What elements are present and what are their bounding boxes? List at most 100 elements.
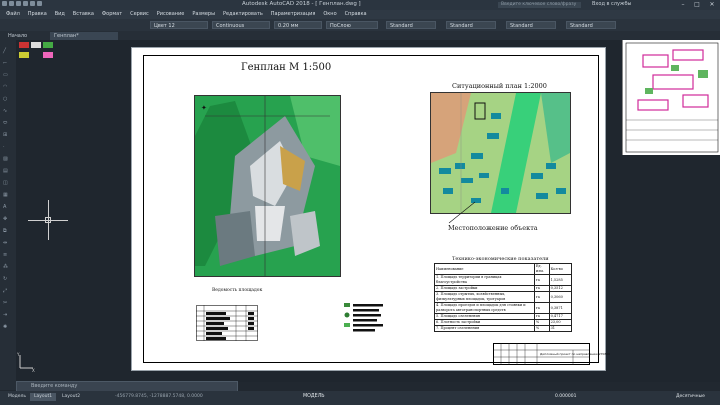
menu-window[interactable]: Окно: [323, 10, 336, 19]
layer-swatch-red: [19, 42, 29, 48]
rectangle-icon[interactable]: ▭: [3, 72, 13, 78]
textstyle-select[interactable]: Standard: [386, 21, 436, 29]
menu-modify[interactable]: Редактировать: [223, 10, 263, 19]
menu-edit[interactable]: Правка: [28, 10, 47, 19]
dimstyle-select[interactable]: Standard: [446, 21, 496, 29]
menu-format[interactable]: Формат: [102, 10, 122, 19]
table-cell: %: [533, 325, 550, 332]
linetype-label: Continuous: [216, 23, 245, 29]
stamp-text: Дипломный проект по направлению 270800: [540, 352, 611, 356]
left-draw-toolbar: ╱ ⌐ ▭ ◠ ○ ∿ ⬭ ⊞ · ▨ ▤ ◫ ▦ A ✥ ⧉ ⇹ ≡ ⁂ ↻ …: [0, 40, 16, 390]
tab-layout2[interactable]: Layout2: [58, 393, 84, 401]
extend-icon[interactable]: ⇥: [3, 312, 13, 318]
menu-file[interactable]: Файл: [6, 10, 20, 19]
tablestyle-select[interactable]: Standard: [506, 21, 556, 29]
window-title: Autodesk AutoCAD 2018 - [ Генплан.dwg ]: [242, 1, 361, 7]
layer-swatch-pink: [43, 52, 53, 58]
properties-toolbar: Цвет 12 Continuous 0.20 мм ПоСлою Standa…: [0, 19, 720, 31]
tab-genplan[interactable]: Генплан*: [50, 32, 118, 40]
right-viewport[interactable]: [622, 40, 720, 155]
tep-title: Технико-экономические показатели: [452, 256, 549, 262]
tep-table: Наименование Ед. изм. Кол-во 1. Площадь …: [434, 263, 573, 332]
table-icon[interactable]: ▦: [3, 192, 13, 198]
rotate-icon[interactable]: ↻: [3, 276, 13, 282]
svg-text:✦: ✦: [201, 104, 207, 112]
circle-icon[interactable]: ○: [3, 96, 13, 102]
trim-icon[interactable]: ✂: [3, 300, 13, 306]
region-icon[interactable]: ◫: [3, 180, 13, 186]
situation-plan-title: Ситуационный план 1:2000: [452, 82, 547, 90]
insert-block-icon[interactable]: ⊞: [3, 132, 13, 138]
table-header-cell: Кол-во: [548, 263, 573, 275]
color-select[interactable]: Цвет 12: [150, 21, 208, 29]
polyline-icon[interactable]: ⌐: [3, 60, 13, 66]
ucs-icon: Y X: [16, 352, 35, 372]
layer-swatch-green: [43, 42, 53, 48]
table-header-row: Наименование Ед. изм. Кол-во: [434, 263, 573, 275]
copy-icon[interactable]: ⧉: [3, 228, 13, 234]
status-bar: Модель Layout1 Layout2: [0, 391, 720, 405]
maximize-icon[interactable]: □: [690, 0, 704, 10]
menu-insert[interactable]: Вставка: [73, 10, 94, 19]
table-row: 7. Процент озеленения % 31: [434, 325, 573, 332]
annotation-scale[interactable]: 0.000001: [555, 394, 576, 399]
plotstyle-label: ПоСлою: [330, 23, 351, 29]
array-icon[interactable]: ⁂: [3, 264, 13, 270]
table-cell: 1. Площадь территории в границах благоус…: [434, 274, 535, 286]
point-icon[interactable]: ·: [3, 144, 13, 150]
color-label: Цвет 12: [154, 23, 175, 29]
lineweight-label: 0.20 мм: [278, 23, 299, 29]
mtext-icon[interactable]: A: [3, 204, 13, 210]
line-icon[interactable]: ╱: [3, 48, 13, 54]
ellipse-icon[interactable]: ⬭: [3, 120, 13, 126]
table-header-cell: Наименование: [434, 263, 535, 275]
linetype-select[interactable]: Continuous: [212, 21, 270, 29]
tab-layout1[interactable]: Layout1: [30, 393, 57, 401]
units-select[interactable]: Десятичные: [676, 394, 705, 399]
table-cell: га: [533, 291, 550, 303]
explode-icon[interactable]: ✺: [3, 324, 13, 330]
tab-start[interactable]: Начало: [4, 32, 31, 40]
table-row: 1. Площадь территории в границах благоус…: [434, 274, 573, 286]
menu-bar: Файл Правка Вид Вставка Формат Сервис Ри…: [0, 10, 720, 19]
genplan-drawing: ✦: [194, 95, 341, 277]
document-tabs: Начало Генплан*: [0, 31, 720, 40]
dimstyle-label: Standard: [450, 23, 473, 29]
cursor-pickbox: [45, 217, 51, 223]
table-cell: га: [533, 274, 550, 286]
model-space-toggle[interactable]: МОДЕЛЬ: [303, 394, 325, 399]
vedomost-title: Ведомость площадок: [212, 288, 263, 293]
menu-draw[interactable]: Рисование: [157, 10, 185, 19]
spline-icon[interactable]: ∿: [3, 108, 13, 114]
offset-icon[interactable]: ≡: [3, 252, 13, 258]
menu-parametric[interactable]: Параметризация: [271, 10, 316, 19]
tab-model[interactable]: Модель: [4, 393, 30, 401]
menu-view[interactable]: Вид: [55, 10, 65, 19]
minimize-icon[interactable]: –: [676, 0, 690, 10]
command-input[interactable]: Введите команду: [31, 383, 77, 389]
legend: [344, 303, 383, 332]
textstyle-label: Standard: [390, 23, 413, 29]
move-icon[interactable]: ✥: [3, 216, 13, 222]
menu-help[interactable]: Справка: [345, 10, 367, 19]
table-cell: 0,3871: [548, 302, 573, 314]
quick-access-toolbar[interactable]: [2, 1, 62, 9]
mirror-icon[interactable]: ⇹: [3, 240, 13, 246]
plotstyle-select[interactable]: ПоСлою: [326, 21, 378, 29]
scale-icon[interactable]: ⤢: [3, 288, 13, 294]
table-cell: 7. Процент озеленения: [434, 325, 535, 332]
menu-tools[interactable]: Сервис: [130, 10, 149, 19]
table-row: 4. Площадь проездов и площадок для стоян…: [434, 302, 573, 314]
hatch-icon[interactable]: ▨: [3, 156, 13, 162]
mleaderstyle-select[interactable]: Standard: [566, 21, 616, 29]
lineweight-select[interactable]: 0.20 мм: [274, 21, 322, 29]
gradient-icon[interactable]: ▤: [3, 168, 13, 174]
layer-swatch-white: [31, 42, 41, 48]
login-button[interactable]: Вход в службы: [592, 1, 631, 7]
menu-dimension[interactable]: Размеры: [192, 10, 215, 19]
close-icon[interactable]: ✕: [705, 0, 719, 10]
location-leader: [448, 201, 476, 224]
svg-text:X: X: [32, 368, 35, 372]
search-input[interactable]: Введите ключевое слово/фразу: [498, 2, 581, 8]
arc-icon[interactable]: ◠: [3, 84, 13, 90]
